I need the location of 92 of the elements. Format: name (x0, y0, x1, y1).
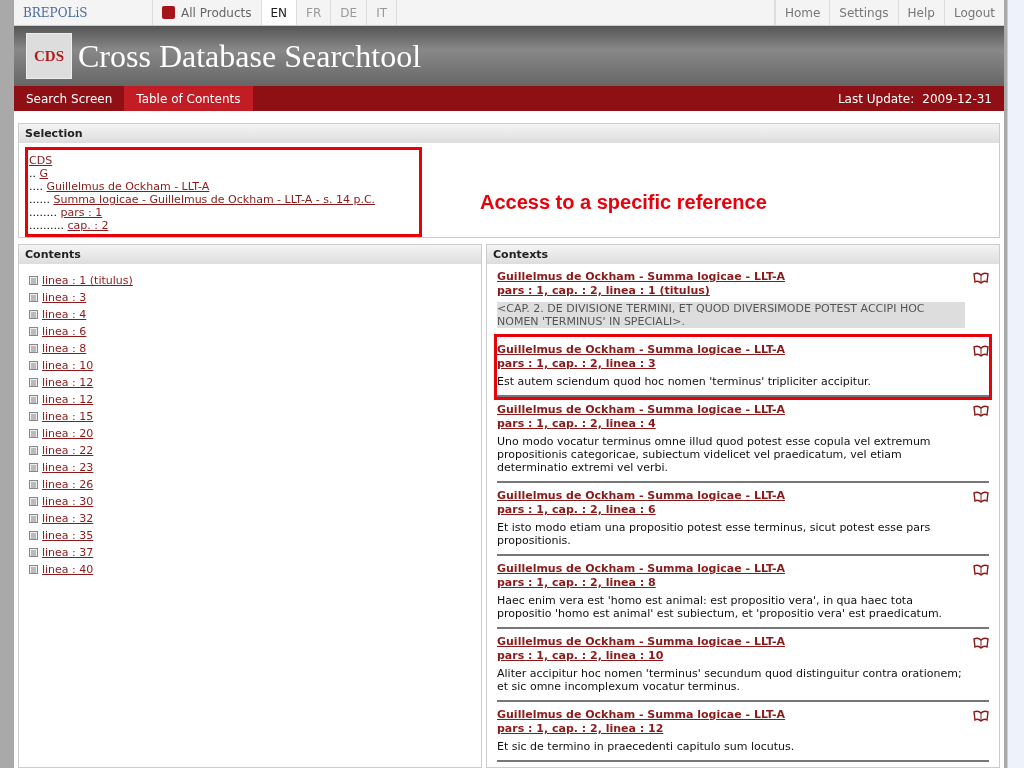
contents-link[interactable]: linea : 40 (42, 561, 94, 578)
document-icon (29, 548, 38, 557)
document-icon (29, 480, 38, 489)
panel-title: Contents (19, 245, 481, 264)
tree-link[interactable]: Guillelmus de Ockham - LLT-A (46, 180, 210, 193)
work-link[interactable]: Guillelmus de Ockham - Summa logicae - LLT-A (497, 635, 965, 649)
tree-link[interactable]: Summa logicae - Guillelmus de Ockham - LLT-A - s. 14 p.C. (53, 193, 376, 206)
work-link[interactable]: Guillelmus de Ockham - Summa logicae - LLT-A (497, 489, 965, 503)
reference-link[interactable]: pars : 1, cap. : 2, linea : 1 (titulus) (497, 284, 965, 298)
book-icon[interactable] (973, 491, 989, 503)
tree-link[interactable]: G (39, 167, 49, 180)
language-tab[interactable]: EN (261, 0, 298, 25)
panel-title: Selection (19, 124, 999, 143)
contents-link[interactable]: linea : 32 (42, 510, 94, 527)
book-icon[interactable] (973, 272, 989, 284)
top-link[interactable]: Help (897, 0, 944, 25)
book-icon[interactable] (973, 345, 989, 357)
document-icon (29, 531, 38, 540)
document-icon (29, 344, 38, 353)
context-text: Aliter accipitur hoc nomen 'terminus' secundum quod distinguitur contra orationem; et sic omne incomplexum vocatur terminus. (497, 667, 963, 693)
contents-link[interactable]: linea : 22 (42, 442, 94, 459)
tree-dots: .... (29, 180, 43, 193)
logo: CDS (26, 33, 72, 79)
contents-link[interactable]: linea : 37 (42, 544, 94, 561)
nav-tab[interactable]: Search Screen (14, 86, 125, 111)
document-icon (29, 446, 38, 455)
contents-link[interactable]: linea : 26 (42, 476, 94, 493)
contents-link[interactable]: linea : 35 (42, 527, 94, 544)
reference-link[interactable]: pars : 1, cap. : 2, linea : 12 (497, 722, 965, 736)
work-link[interactable]: Guillelmus de Ockham - Summa logicae - LLT-A (497, 270, 965, 284)
context-text: Haec enim vera est 'homo est animal: est propositio vera', in qua haec tota propositio 'homo est animal' est subiectum, et 'propositio vera' est praedicatum. (497, 594, 944, 620)
document-icon (29, 412, 38, 421)
contents-link[interactable]: linea : 12 (42, 391, 94, 408)
last-update-label: Last Update: (837, 91, 915, 106)
tree-dots: ...... (29, 193, 50, 206)
contents-link[interactable]: linea : 6 (42, 323, 87, 340)
reference-link[interactable]: pars : 1, cap. : 2, linea : 4 (497, 417, 965, 431)
contents-link[interactable]: linea : 30 (42, 493, 94, 510)
context-text: Uno modo vocatur terminus omne illud quod potest esse copula vel extremum propositionis categoricae, subiectum videlicet vel praedicatum, vel etiam determinatio extremi vel verbi. (497, 435, 932, 474)
work-link[interactable]: Guillelmus de Ockham - Summa logicae - LLT-A (497, 343, 965, 357)
reference-link[interactable]: pars : 1, cap. : 2, linea : 8 (497, 576, 965, 590)
document-icon (29, 395, 38, 404)
contents-link[interactable]: linea : 15 (42, 408, 94, 425)
products-menu[interactable]: All Products (153, 0, 262, 25)
panel-title: Contexts (487, 245, 999, 264)
contents-link[interactable]: linea : 20 (42, 425, 94, 442)
context-text: Et sic de termino in praecedenti capitulo sum locutus. (497, 740, 796, 753)
top-link[interactable]: Logout (943, 0, 1004, 25)
document-icon (29, 293, 38, 302)
book-icon[interactable] (973, 637, 989, 649)
contents-link[interactable]: linea : 12 (42, 374, 94, 391)
document-icon (29, 327, 38, 336)
top-link[interactable]: Settings (829, 0, 898, 25)
contents-link[interactable]: linea : 3 (42, 289, 87, 306)
work-link[interactable]: Guillelmus de Ockham - Summa logicae - LLT-A (497, 562, 965, 576)
book-icon[interactable] (973, 564, 989, 576)
contents-link[interactable]: linea : 23 (42, 459, 94, 476)
book-icon[interactable] (973, 710, 989, 722)
reference-link[interactable]: pars : 1, cap. : 2, linea : 3 (497, 357, 965, 371)
contents-link[interactable]: linea : 10 (42, 357, 94, 374)
nav-tab[interactable]: Table of Contents (124, 86, 253, 111)
document-icon (29, 361, 38, 370)
annotation-text: Access to a specific reference (480, 191, 767, 215)
book-icon[interactable] (973, 405, 989, 417)
context-text: Et isto modo etiam una propositio potest esse terminus, sicut potest esse pars propositionis. (497, 521, 932, 547)
tree-link[interactable]: pars : 1 (60, 206, 103, 219)
reference-link[interactable]: pars : 1, cap. : 2, linea : 10 (497, 649, 965, 663)
document-icon (29, 276, 38, 285)
site-title: Cross Database Searchtool (78, 37, 421, 75)
work-link[interactable]: Guillelmus de Ockham - Summa logicae - LLT-A (497, 708, 965, 722)
tree-link[interactable]: cap. : 2 (67, 219, 109, 232)
tree-link[interactable]: CDS (29, 154, 53, 167)
last-update-date: 2009-12-31 (922, 91, 992, 106)
context-text: <CAP. 2. DE DIVISIONE TERMINI, ET QUOD DIVERSIMODE POTEST ACCIPI HOC NOMEN 'TERMINUS' IN SPECIALI>. (497, 302, 965, 328)
work-link[interactable]: Guillelmus de Ockham - Summa logicae - LLT-A (497, 403, 965, 417)
contents-link[interactable]: linea : 4 (42, 306, 87, 323)
context-text: Est autem sciendum quod hoc nomen 'terminus' tripliciter accipitur. (497, 375, 873, 388)
top-link[interactable]: Home (774, 0, 830, 25)
contents-link[interactable]: linea : 1 (titulus) (42, 272, 133, 289)
document-icon (29, 514, 38, 523)
contents-link[interactable]: linea : 8 (42, 340, 87, 357)
document-icon (29, 565, 38, 574)
tree-dots: .......... (29, 219, 64, 232)
document-icon (29, 463, 38, 472)
tree-dots: ........ (29, 206, 57, 219)
document-icon (29, 378, 38, 387)
document-icon (29, 429, 38, 438)
reference-link[interactable]: pars : 1, cap. : 2, linea : 6 (497, 503, 965, 517)
tree-dots: .. (29, 167, 36, 180)
document-icon (29, 497, 38, 506)
document-icon (29, 310, 38, 319)
brand-logo[interactable]: BREPOLiS (14, 0, 153, 25)
